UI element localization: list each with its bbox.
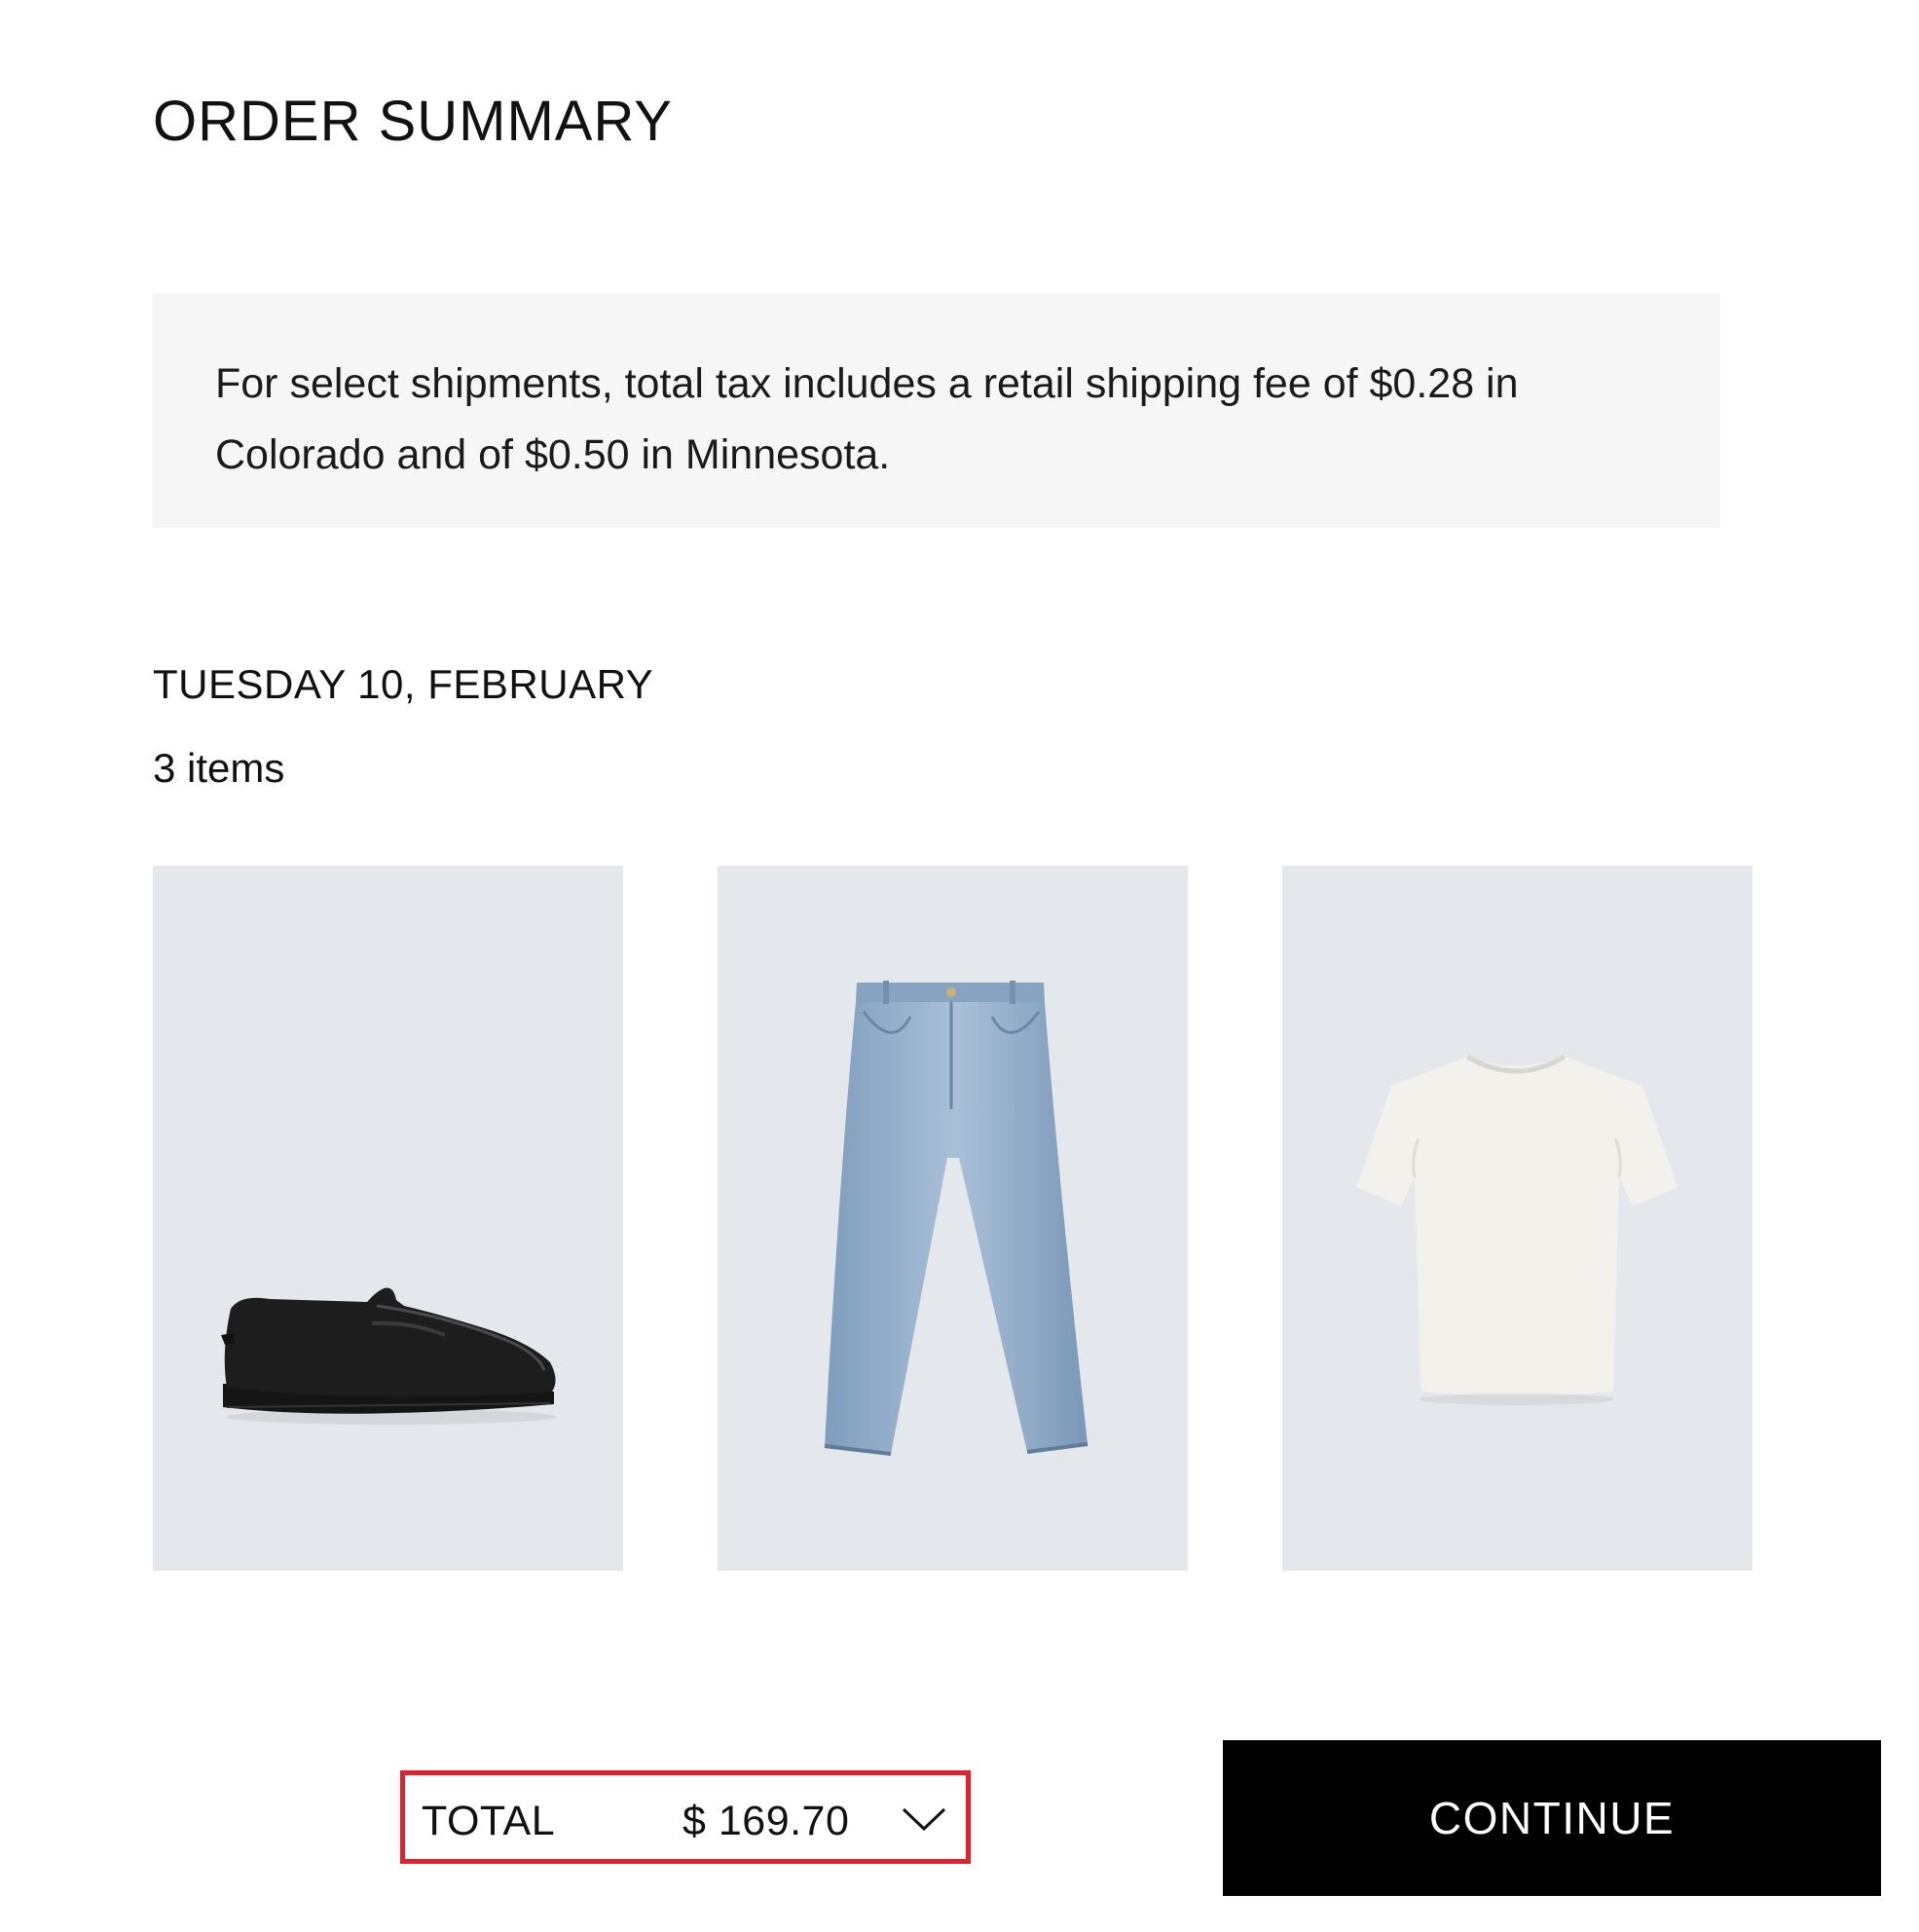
- item-count: 3 items: [153, 745, 285, 791]
- chevron-down-icon[interactable]: [902, 1806, 946, 1832]
- continue-button[interactable]: CONTINUE: [1223, 1740, 1881, 1896]
- product-tile-tshirt[interactable]: [1282, 866, 1753, 1571]
- delivery-date: TUESDAY 10, FEBRUARY: [153, 661, 654, 707]
- total-amount: $ 169.70: [683, 1798, 850, 1844]
- loafer-image: [221, 1287, 557, 1425]
- page-title: ORDER SUMMARY: [153, 90, 673, 153]
- order-summary-page: ORDER SUMMARY For select shipments, tota…: [0, 0, 1919, 1932]
- total-summary-toggle[interactable]: TOTAL $ 169.70: [400, 1770, 971, 1864]
- shipping-fee-notice: For select shipments, total tax includes…: [153, 294, 1720, 528]
- total-label: TOTAL: [422, 1798, 556, 1844]
- product-tile-jeans[interactable]: [718, 866, 1188, 1571]
- tshirt-image: [1356, 1054, 1678, 1405]
- jeans-image: [824, 981, 1089, 1456]
- product-tile-loafer[interactable]: [153, 866, 623, 1571]
